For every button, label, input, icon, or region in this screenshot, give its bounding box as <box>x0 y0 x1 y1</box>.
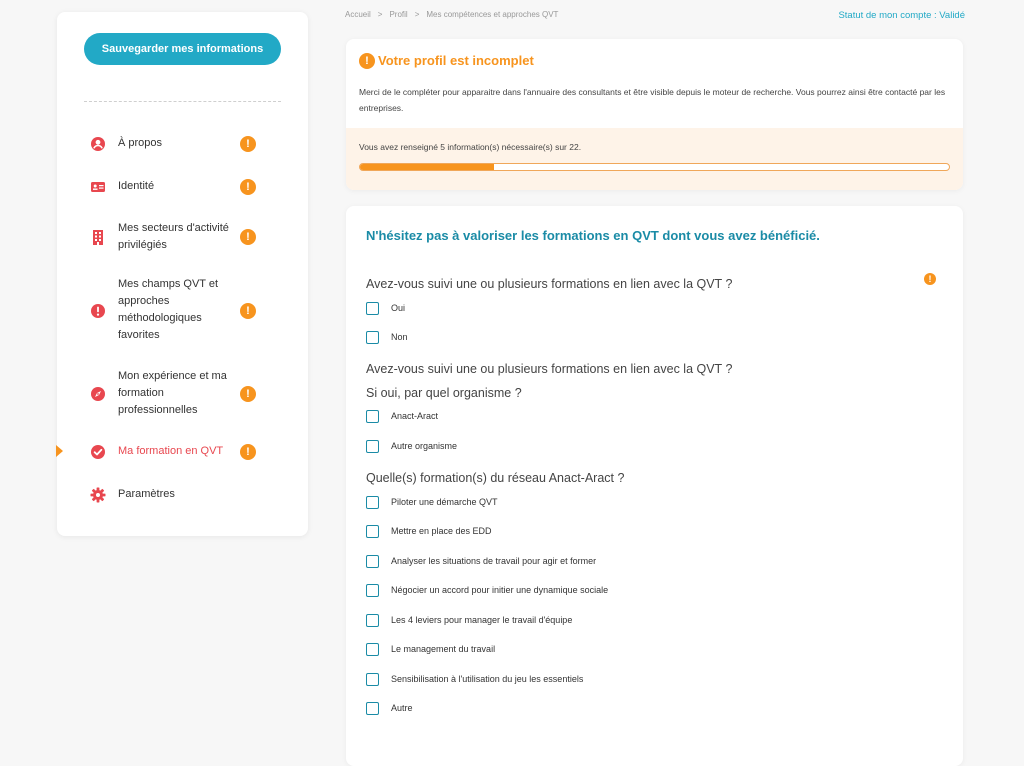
breadcrumb-separator: > <box>414 10 420 19</box>
sidebar-item-experience[interactable]: Mon expérience et ma formation professio… <box>57 367 308 419</box>
sidebar-item-label: À propos <box>118 137 163 149</box>
sidebar-item-a-propos[interactable]: À propos ! <box>57 134 308 154</box>
alert-text: Merci de le compléter pour apparaitre da… <box>359 87 946 113</box>
progress-bar <box>359 163 950 171</box>
sidebar-item-label: Identité <box>118 180 155 192</box>
option-label: Non <box>391 332 408 342</box>
progress-text: Vous avez renseigné 5 information(s) néc… <box>359 142 582 152</box>
form-heading: N'hésitez pas à valoriser les formations… <box>366 228 820 243</box>
user-icon <box>90 136 106 152</box>
breadcrumb-home[interactable]: Accueil <box>345 10 371 19</box>
incomplete-profile-alert: ! Votre profil est incomplet Merci de le… <box>346 39 963 190</box>
checkbox[interactable] <box>366 410 379 423</box>
warning-icon: ! <box>924 273 936 285</box>
building-icon <box>90 229 106 245</box>
sidebar-item-formation-qvt[interactable]: Ma formation en QVT ! <box>56 442 308 462</box>
checkbox[interactable] <box>366 614 379 627</box>
progress-fill <box>360 164 494 170</box>
sidebar-divider <box>84 101 281 102</box>
option-label: Négocier un accord pour initier une dyna… <box>391 585 609 595</box>
sidebar-item-label: Mes secteurs d'activité privilégiés <box>118 222 229 251</box>
warning-icon: ! <box>240 303 256 319</box>
checkbox[interactable] <box>366 555 379 568</box>
checkbox[interactable] <box>366 440 379 453</box>
active-indicator <box>56 445 63 457</box>
question-3: Quelle(s) formation(s) du réseau Anact-A… <box>366 471 625 485</box>
sidebar-item-parametres[interactable]: Paramètres <box>57 485 308 505</box>
sidebar-item-champs-qvt[interactable]: Mes champs QVT et approches méthodologiq… <box>57 275 308 345</box>
checkbox[interactable] <box>366 331 379 344</box>
sidebar-item-secteurs[interactable]: Mes secteurs d'activité privilégiés ! <box>57 219 308 255</box>
sidebar-item-label: Paramètres <box>118 488 175 500</box>
checkbox[interactable] <box>366 584 379 597</box>
breadcrumb-profil[interactable]: Profil <box>389 10 407 19</box>
checkbox[interactable] <box>366 525 379 538</box>
sidebar-item-identite[interactable]: Identité ! <box>57 177 308 197</box>
option-label: Anact-Aract <box>391 411 439 421</box>
warning-icon: ! <box>240 444 256 460</box>
warning-icon: ! <box>240 136 256 152</box>
check-circle-icon <box>90 444 106 460</box>
option-label: Le management du travail <box>391 644 496 654</box>
warning-icon: ! <box>240 386 256 402</box>
checkbox[interactable] <box>366 643 379 656</box>
checkbox[interactable] <box>366 302 379 315</box>
save-button[interactable]: Sauvegarder mes informations <box>84 33 281 65</box>
sidebar-item-label: Mes champs QVT et approches méthodologiq… <box>118 278 219 341</box>
alert-title: Votre profil est incomplet <box>378 53 534 68</box>
option-label: Oui <box>391 303 406 313</box>
info-icon <box>90 303 106 319</box>
checkbox[interactable] <box>366 702 379 715</box>
progress-section: Vous avez renseigné 5 information(s) néc… <box>346 128 963 190</box>
option-label: Autre <box>391 703 413 713</box>
account-status: Statut de mon compte : Validé <box>838 10 965 21</box>
option-label: Mettre en place des EDD <box>391 526 492 536</box>
option-label: Piloter une démarche QVT <box>391 497 498 507</box>
option-label: Autre organisme <box>391 441 458 451</box>
question-2: Avez-vous suivi une ou plusieurs formati… <box>366 362 733 376</box>
formation-form: N'hésitez pas à valoriser les formations… <box>346 206 963 766</box>
warning-icon: ! <box>240 179 256 195</box>
option-label: Sensibilisation à l'utilisation du jeu l… <box>391 674 584 684</box>
compass-icon <box>90 386 106 402</box>
option-label: Analyser les situations de travail pour … <box>391 556 597 566</box>
sidebar-item-label: Ma formation en QVT <box>118 445 224 457</box>
checkbox[interactable] <box>366 496 379 509</box>
sidebar-item-label: Mon expérience et ma formation professio… <box>118 370 227 416</box>
breadcrumb-current: Mes compétences et approches QVT <box>426 10 559 19</box>
checkbox[interactable] <box>366 673 379 686</box>
breadcrumb-separator: > <box>377 10 383 19</box>
question-1: Avez-vous suivi une ou plusieurs formati… <box>366 277 733 291</box>
sidebar: Sauvegarder mes informations À propos ! … <box>56 12 308 536</box>
warning-icon: ! <box>359 53 375 69</box>
warning-icon: ! <box>240 229 256 245</box>
id-card-icon <box>90 179 106 195</box>
question-2-sub: Si oui, par quel organisme ? <box>366 386 522 400</box>
breadcrumb: Accueil > Profil > Mes compétences et approc… <box>345 10 558 19</box>
option-label: Les 4 leviers pour manager le travail d'… <box>391 615 573 625</box>
gear-icon <box>90 487 106 503</box>
